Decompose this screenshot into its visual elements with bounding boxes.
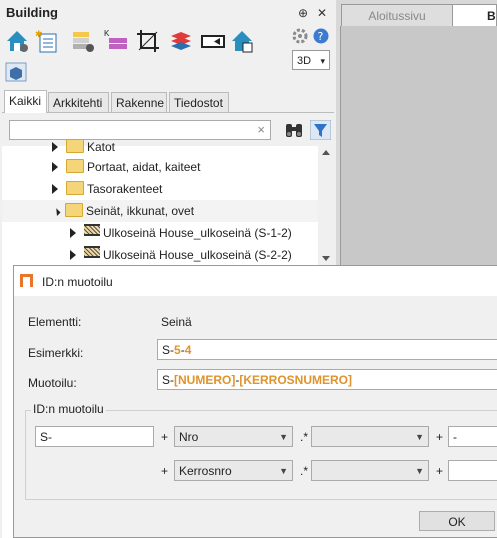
chevron-down-icon: ▾: [320, 56, 325, 66]
chevron-down-icon: ▼: [279, 432, 288, 442]
view-mode-select[interactable]: 3D ▾: [292, 50, 330, 70]
chevron-down-icon: ▼: [415, 432, 424, 442]
expand-arrow-icon[interactable]: [52, 184, 58, 194]
chevron-down-icon: ▼: [279, 466, 288, 476]
tab-rakenne[interactable]: Rakenne: [111, 92, 167, 112]
number-select-value: Nro: [179, 430, 199, 444]
close-icon[interactable]: ✕: [317, 6, 327, 20]
tab-tiedostot[interactable]: Tiedostot: [169, 92, 229, 112]
expand-arrow-icon[interactable]: [52, 142, 58, 152]
home-grid-icon[interactable]: [229, 28, 255, 54]
plus-label: +: [436, 464, 444, 478]
tree-node-label: Katot: [87, 140, 116, 154]
suffix-input-2[interactable]: [448, 460, 497, 481]
tree-node-tasorakenteet[interactable]: Tasorakenteet: [52, 178, 162, 200]
collapse-arrow-icon[interactable]: [48, 203, 61, 217]
svg-text:✱: ✱: [35, 29, 43, 39]
expand-arrow-icon[interactable]: [70, 228, 76, 238]
tree-node-label: Portaat, aidat, kaiteet: [87, 160, 201, 174]
expand-arrow-icon[interactable]: [70, 250, 76, 260]
group-title: ID:n muotoilu: [31, 402, 106, 416]
tree-scrollbar[interactable]: [318, 146, 334, 266]
example-number: 5: [174, 343, 181, 357]
folder-icon: [66, 139, 84, 153]
tab-kaikki[interactable]: Kaikki: [4, 90, 47, 113]
element-value: Seinä: [161, 315, 192, 329]
app-logo-icon: [20, 274, 33, 287]
plus-label: +: [436, 430, 444, 444]
svg-text:K: K: [104, 29, 110, 38]
example-part: S-: [162, 343, 174, 357]
section-k-icon[interactable]: K: [103, 28, 129, 54]
id-format-dialog: ID:n muotoilu Elementti: Seinä Esimerkki…: [13, 265, 497, 538]
layers-red-icon[interactable]: [168, 28, 194, 54]
ok-button[interactable]: OK: [419, 511, 495, 531]
tab-divider: [2, 112, 334, 113]
element-label: Elementti:: [28, 315, 82, 329]
format-floor-token: [KERROSNUMERO]: [239, 373, 352, 387]
suffix-input[interactable]: -: [448, 426, 497, 447]
layers-settings-icon[interactable]: [70, 28, 96, 54]
floor-select[interactable]: Kerrosnro ▼: [174, 460, 293, 481]
plus-label: +: [161, 430, 169, 444]
binoculars-icon[interactable]: [283, 120, 305, 140]
box-3d-icon[interactable]: [5, 62, 27, 82]
new-list-icon[interactable]: ✱: [34, 28, 60, 54]
clear-icon[interactable]: ×: [257, 122, 265, 137]
format-number-token: [NUMERO]: [174, 373, 236, 387]
gear-icon[interactable]: [292, 28, 308, 44]
format-field: S-[NUMERO]-[KERROSNUMERO]: [157, 369, 497, 390]
folder-open-icon: [65, 203, 83, 217]
help-icon[interactable]: ?: [313, 28, 329, 44]
format-label: Muotoilu:: [28, 376, 77, 390]
building-home-icon[interactable]: [4, 28, 30, 54]
format-part: S-: [162, 373, 174, 387]
tree-node-label: Ulkoseinä House_ulkoseinä (S-1-2): [103, 226, 292, 240]
scroll-down-icon[interactable]: [322, 256, 330, 261]
regex-label: .*: [300, 464, 309, 478]
pattern-select-1[interactable]: ▼: [311, 426, 429, 447]
scroll-up-icon[interactable]: [322, 150, 330, 155]
folder-icon: [66, 181, 84, 195]
tree-node-katot[interactable]: Katot: [52, 136, 115, 158]
tab-aloitussivu[interactable]: Aloitussivu: [341, 4, 453, 26]
plus-label: +: [161, 464, 169, 478]
id-format-group: [25, 410, 497, 500]
label-tag-icon[interactable]: [200, 28, 226, 54]
tree-node-ulkoseina-1[interactable]: Ulkoseinä House_ulkoseinä (S-1-2): [70, 222, 292, 244]
tab-arkkitehti[interactable]: Arkkitehti: [48, 92, 109, 112]
crop-icon[interactable]: [135, 28, 161, 54]
regex-label: .*: [300, 430, 309, 444]
view-mode-value: 3D: [297, 55, 312, 67]
wall-icon: [84, 246, 100, 258]
prefix-input[interactable]: S-: [35, 426, 154, 447]
tree-node-label: Seinät, ikkunat, ovet: [86, 204, 195, 218]
filter-icon[interactable]: [310, 120, 331, 140]
pin-icon[interactable]: ⊕: [298, 6, 308, 20]
tree-node-portaat[interactable]: Portaat, aidat, kaiteet: [52, 156, 200, 178]
example-field: S-5-4: [157, 339, 497, 360]
pattern-select-2[interactable]: ▼: [311, 460, 429, 481]
example-label: Esimerkki:: [28, 346, 84, 360]
tree-node-label: Ulkoseinä House_ulkoseinä (S-2-2): [103, 248, 292, 262]
svg-text:?: ?: [318, 30, 324, 43]
chevron-down-icon: ▼: [415, 466, 424, 476]
tree-node-label: Tasorakenteet: [87, 182, 163, 196]
dialog-title: ID:n muotoilu: [42, 275, 113, 289]
search-input[interactable]: ×: [9, 120, 271, 140]
folder-icon: [66, 159, 84, 173]
tree-node-seinat[interactable]: Seinät, ikkunat, ovet: [2, 200, 318, 222]
tree-node-ulkoseina-2[interactable]: Ulkoseinä House_ulkoseinä (S-2-2): [70, 244, 292, 266]
example-floor: 4: [184, 343, 192, 357]
number-select[interactable]: Nro ▼: [174, 426, 293, 447]
wall-icon: [84, 224, 100, 236]
expand-arrow-icon[interactable]: [52, 162, 58, 172]
panel-title: Building: [6, 5, 58, 20]
tab-building-doc[interactable]: Bu: [452, 4, 497, 26]
floor-select-value: Kerrosnro: [179, 464, 232, 478]
